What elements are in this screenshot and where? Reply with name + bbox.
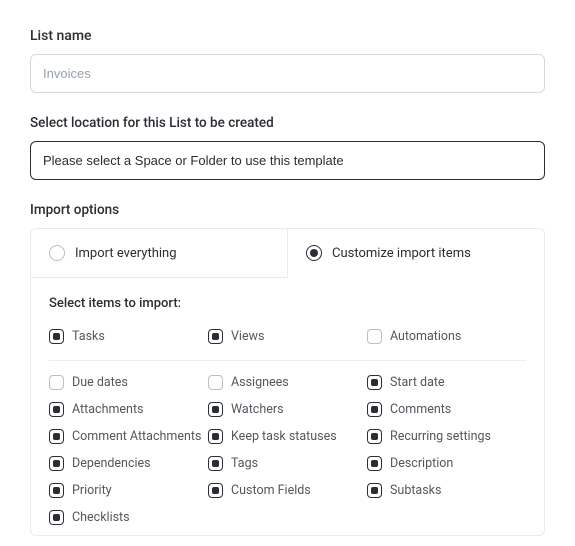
import-radio-tabs: Import everything Customize import items [31, 229, 544, 278]
check-top-automations[interactable]: Automations [367, 329, 526, 344]
checkbox-icon [367, 402, 382, 417]
check-watchers[interactable]: Watchers [208, 402, 367, 417]
checkbox-label: Tags [231, 456, 258, 471]
radio-label: Import everything [75, 246, 177, 261]
check-checklists[interactable]: Checklists [49, 510, 208, 525]
location-input[interactable] [30, 141, 545, 180]
radio-icon [49, 245, 65, 261]
checkbox-icon [208, 329, 223, 344]
check-recurring-settings[interactable]: Recurring settings [367, 429, 526, 444]
check-comment-attachments[interactable]: Comment Attachments [49, 429, 208, 444]
checkbox-label: Comments [390, 402, 451, 417]
list-name-label: List name [30, 28, 545, 44]
import-options-panel: Import everything Customize import items… [30, 228, 545, 536]
check-priority[interactable]: Priority [49, 483, 208, 498]
checkbox-icon [367, 375, 382, 390]
checkbox-icon [49, 329, 64, 344]
check-attachments[interactable]: Attachments [49, 402, 208, 417]
check-assignees[interactable]: Assignees [208, 375, 367, 390]
checkbox-icon [208, 429, 223, 444]
checkbox-icon [49, 375, 64, 390]
checkbox-icon [208, 375, 223, 390]
check-custom-fields[interactable]: Custom Fields [208, 483, 367, 498]
checkbox-icon [367, 429, 382, 444]
checkbox-label: Attachments [72, 402, 144, 417]
checkbox-label: Dependencies [72, 456, 151, 471]
checkbox-label: Checklists [72, 510, 130, 525]
import-subtitle: Select items to import: [49, 296, 526, 311]
checkbox-label: Tasks [72, 329, 105, 344]
import-panel-body: Select items to import: Tasks Views Automa… [31, 278, 544, 535]
checkbox-label: Priority [72, 483, 112, 498]
checkbox-icon [49, 402, 64, 417]
checkbox-label: Views [231, 329, 264, 344]
checkbox-icon [208, 483, 223, 498]
check-keep-task-statuses[interactable]: Keep task statuses [208, 429, 367, 444]
checkbox-label: Automations [390, 329, 461, 344]
checkbox-icon [208, 456, 223, 471]
checkbox-icon [49, 456, 64, 471]
checkbox-label: Watchers [231, 402, 284, 417]
divider [49, 360, 526, 361]
import-options-label: Import options [30, 202, 545, 218]
list-name-input[interactable] [30, 54, 545, 93]
checkbox-icon [49, 429, 64, 444]
radio-icon [306, 245, 322, 261]
checkbox-label: Keep task statuses [231, 429, 337, 444]
checkbox-icon [49, 483, 64, 498]
checkbox-label: Description [390, 456, 453, 471]
location-label: Select location for this List to be crea… [30, 115, 545, 131]
check-tags[interactable]: Tags [208, 456, 367, 471]
check-dependencies[interactable]: Dependencies [49, 456, 208, 471]
checkbox-label: Start date [390, 375, 445, 390]
checkbox-icon [208, 402, 223, 417]
checkbox-icon [367, 329, 382, 344]
check-top-tasks[interactable]: Tasks [49, 329, 208, 344]
checkbox-icon [367, 456, 382, 471]
import-top-row: Tasks Views Automations [49, 329, 526, 344]
checkbox-label: Custom Fields [231, 483, 311, 498]
check-start-date[interactable]: Start date [367, 375, 526, 390]
check-subtasks[interactable]: Subtasks [367, 483, 526, 498]
check-due-dates[interactable]: Due dates [49, 375, 208, 390]
checkbox-label: Recurring settings [390, 429, 491, 444]
checkbox-label: Comment Attachments [72, 429, 201, 444]
check-comments[interactable]: Comments [367, 402, 526, 417]
checkbox-label: Due dates [72, 375, 128, 390]
checkbox-label: Subtasks [390, 483, 441, 498]
check-description[interactable]: Description [367, 456, 526, 471]
check-top-views[interactable]: Views [208, 329, 367, 344]
radio-label: Customize import items [332, 246, 471, 261]
import-grid: Due dates Assignees Start date Attachments W… [49, 375, 526, 525]
checkbox-icon [367, 483, 382, 498]
checkbox-label: Assignees [231, 375, 289, 390]
checkbox-icon [49, 510, 64, 525]
radio-import-everything[interactable]: Import everything [31, 229, 288, 278]
radio-customize-import[interactable]: Customize import items [288, 229, 544, 278]
